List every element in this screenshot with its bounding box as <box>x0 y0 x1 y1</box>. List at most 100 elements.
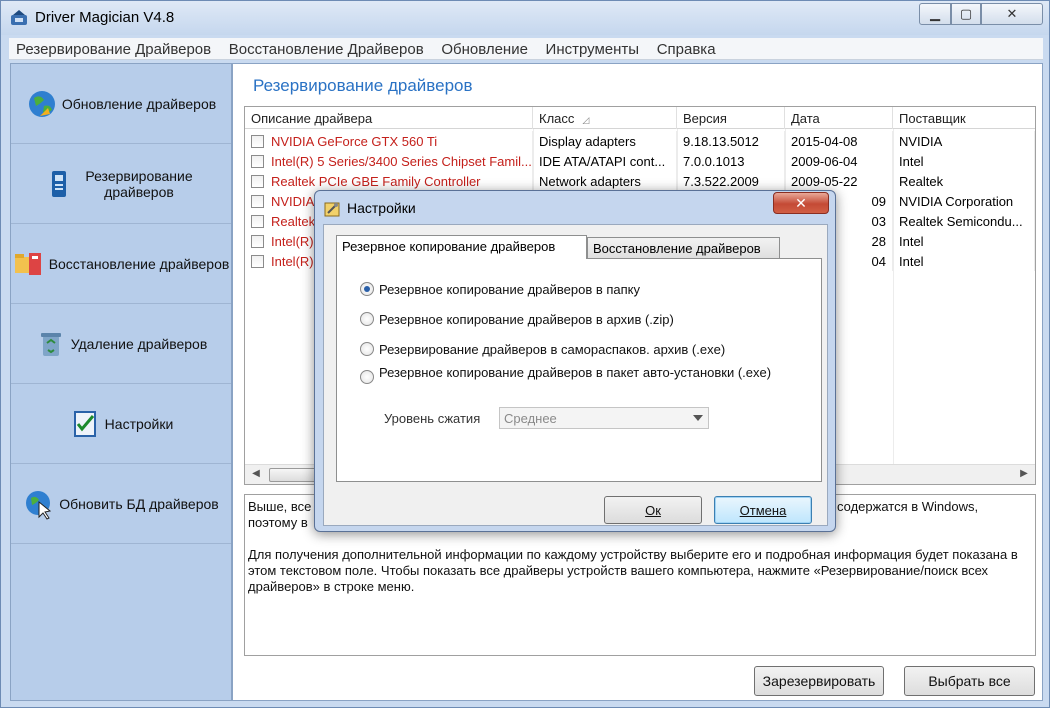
minimize-button[interactable]: ▁ <box>919 3 951 25</box>
maximize-icon: ▢ <box>959 6 973 21</box>
option-backup-folder[interactable]: Резервное копирование драйверов в папку <box>360 279 640 299</box>
column-header-class[interactable]: Класс ◿ <box>533 107 677 129</box>
scroll-right-icon[interactable]: ▶ <box>1017 468 1031 482</box>
tab-backup[interactable]: Резервное копирование драйверов <box>336 235 587 259</box>
tab-restore-label: Восстановление драйверов <box>593 241 761 256</box>
info-text-part: содержатся в Windows, <box>837 499 979 514</box>
radio-button[interactable] <box>360 312 374 326</box>
column-label-version: Версия <box>683 111 727 126</box>
menu-item-restore[interactable]: Восстановление Драйверов <box>222 38 431 58</box>
sidebar-item-remove-drivers[interactable]: Удаление драйверов <box>11 304 231 384</box>
column-header-date[interactable]: Дата <box>785 107 893 129</box>
cell-vendor: Intel <box>893 251 1035 271</box>
backup-button[interactable]: Зарезервировать <box>754 666 884 696</box>
option-label: Резервирование драйверов в самораспаков.… <box>379 341 726 357</box>
close-icon: ✕ <box>1006 6 1018 21</box>
globe-cursor-icon <box>26 490 52 520</box>
sidebar-item-restore-drivers[interactable]: Восстановление драйверов <box>11 224 231 304</box>
chevron-down-icon <box>693 415 703 421</box>
info-text-part: Выше, все <box>248 499 312 514</box>
dialog-body: Резервное копирование драйверов Восстано… <box>323 224 828 526</box>
sidebar-label-restore-drivers: Восстановление драйверов <box>48 255 230 272</box>
cell-vendor: Realtek Semicondu... <box>893 211 1035 231</box>
column-header-vendor[interactable]: Поставщик <box>893 107 1035 129</box>
select-all-button[interactable]: Выбрать все <box>904 666 1035 696</box>
cell-version: 7.3.522.2009 <box>677 171 785 191</box>
compression-level-label: Уровень сжатия <box>384 411 481 426</box>
close-button[interactable]: ✕ <box>981 3 1043 25</box>
cell-vendor: Intel <box>893 231 1035 251</box>
dialog-title: Настройки <box>347 200 416 216</box>
cell-class: Network adapters <box>533 171 677 191</box>
dialog-title-bar: Настройки ✕ <box>315 191 835 225</box>
menu-item-tools[interactable]: Инструменты <box>539 38 647 58</box>
radio-button-selected[interactable] <box>360 282 374 296</box>
menu-item-update[interactable]: Обновление <box>434 38 535 58</box>
column-label-date: Дата <box>791 111 820 126</box>
column-label-description: Описание драйвера <box>251 111 373 126</box>
cell-date: 2015-04-08 <box>785 131 893 151</box>
compression-level-value: Среднее <box>504 411 557 426</box>
cancel-button[interactable]: Отмена <box>714 496 812 524</box>
sidebar-label-update-db: Обновить БД драйверов <box>59 495 219 512</box>
option-label: Резервное копирование драйверов в пакет … <box>379 366 772 380</box>
column-label-class: Класс <box>539 111 575 126</box>
tab-restore[interactable]: Восстановление драйверов <box>587 237 780 259</box>
sidebar-item-update-db[interactable]: Обновить БД драйверов <box>11 464 231 544</box>
cell-class: IDE ATA/ATAPI cont... <box>533 151 677 171</box>
sidebar-item-backup-drivers[interactable]: Резервирование драйверов <box>11 144 231 224</box>
option-backup-sfx[interactable]: Резервирование драйверов в самораспаков.… <box>360 339 725 359</box>
cell-class: Display adapters <box>533 131 677 151</box>
window-title: Driver Magician V4.8 <box>35 9 175 26</box>
option-backup-zip[interactable]: Резервное копирование драйверов в архив … <box>360 309 674 329</box>
scroll-left-icon[interactable]: ◀ <box>249 468 263 482</box>
column-header-version[interactable]: Версия <box>677 107 785 129</box>
sidebar-label-remove-drivers: Удаление драйверов <box>70 335 208 352</box>
option-label: Резервное копирование драйверов в архив … <box>379 311 674 327</box>
cell-date: 2009-06-04 <box>785 151 893 171</box>
cell-version: 9.18.13.5012 <box>677 131 785 151</box>
info-text-part: поэтому в <box>248 515 308 530</box>
table-row[interactable]: Intel(R) 5 Series/3400 Series Chipset Fa… <box>245 151 1035 171</box>
settings-tools-icon <box>324 202 340 217</box>
table-row[interactable]: NVIDIA GeForce GTX 560 Ti Display adapte… <box>245 131 1035 151</box>
menu-item-help[interactable]: Справка <box>650 38 723 58</box>
recycle-bin-icon <box>40 332 61 356</box>
table-header: Описание драйвера Класс ◿ Версия Дата Пос… <box>245 107 1035 129</box>
radio-button[interactable] <box>360 370 374 384</box>
cell-vendor: NVIDIA <box>893 131 1035 151</box>
ok-button[interactable]: Ок <box>604 496 702 524</box>
restore-folder-icon <box>14 252 41 275</box>
column-label-vendor: Поставщик <box>899 111 966 126</box>
cell-description: Intel(R) 5 Series/3400 Series Chipset Fa… <box>245 151 533 171</box>
sidebar: Обновление драйверов Резервирование драй… <box>10 63 232 701</box>
settings-checklist-icon <box>73 410 96 437</box>
radio-button[interactable] <box>360 342 374 356</box>
maximize-button[interactable]: ▢ <box>951 3 981 25</box>
select-all-button-label: Выбрать все <box>928 673 1011 689</box>
sidebar-item-update-drivers[interactable]: Обновление драйверов <box>11 64 231 144</box>
globe-update-icon <box>28 90 55 117</box>
cell-description: Realtek PCIe GBE Family Controller <box>245 171 533 191</box>
sidebar-label-update-drivers: Обновление драйверов <box>61 95 217 112</box>
app-logo-icon <box>11 10 27 25</box>
cell-description: NVIDIA GeForce GTX 560 Ti <box>245 131 533 151</box>
tab-panel-backup: Резервное копирование драйверов в папку … <box>336 258 822 482</box>
ok-button-label: Ок <box>645 502 661 518</box>
option-label: Резервное копирование драйверов в папку <box>379 281 641 297</box>
sidebar-label-backup-drivers: Резервирование драйверов <box>85 167 193 200</box>
cell-vendor: NVIDIA Corporation <box>893 191 1035 211</box>
menu-item-backup[interactable]: Резервирование Драйверов <box>9 38 218 58</box>
column-header-description[interactable]: Описание драйвера <box>245 107 533 129</box>
cell-date: 2009-05-22 <box>785 171 893 191</box>
minimize-icon: ▁ <box>930 6 940 21</box>
table-row[interactable]: Realtek PCIe GBE Family Controller Netwo… <box>245 171 1035 191</box>
tab-backup-label: Резервное копирование драйверов <box>342 239 556 254</box>
dialog-close-button[interactable]: ✕ <box>773 192 829 214</box>
cell-vendor: Intel <box>893 151 1035 171</box>
sidebar-item-settings[interactable]: Настройки <box>11 384 231 464</box>
title-bar: Driver Magician V4.8 ▁ ▢ ✕ <box>1 1 1049 35</box>
option-backup-autoinstall[interactable]: Резервное копирование драйверов в пакет … <box>360 365 789 389</box>
sort-ascending-icon: ◿ <box>582 115 590 125</box>
close-icon: ✕ <box>795 194 807 211</box>
